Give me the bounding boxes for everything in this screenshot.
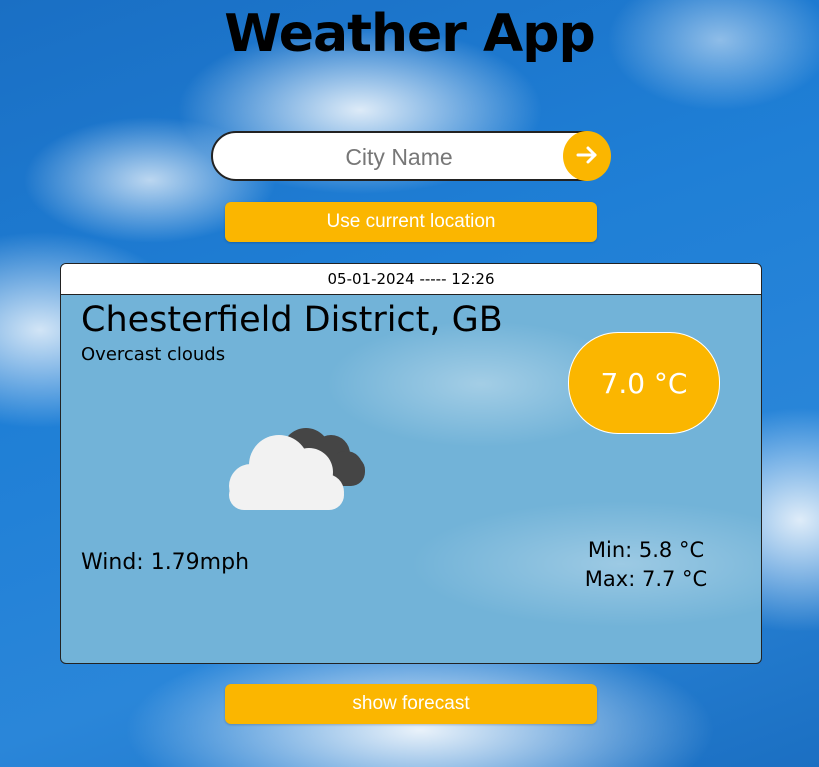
search-submit-button[interactable]	[563, 131, 611, 181]
city-name-input[interactable]	[237, 141, 561, 173]
show-forecast-button[interactable]: show forecast	[225, 684, 597, 724]
max-temperature: Max: 7.7 °C	[584, 567, 708, 591]
overcast-clouds-icon	[221, 412, 371, 512]
wind-speed: Wind: 1.79mph	[81, 550, 250, 575]
date-time-bar: 05-01-2024 ----- 12:26	[61, 264, 761, 295]
app-title: Weather App	[224, 4, 595, 64]
weather-description: Overcast clouds	[81, 344, 226, 365]
use-current-location-button[interactable]: Use current location	[225, 202, 597, 242]
weather-card: 05-01-2024 ----- 12:26 Chesterfield Dist…	[60, 263, 762, 664]
min-temperature: Min: 5.8 °C	[587, 538, 705, 562]
min-max-temperature: Min: 5.8 °C Max: 7.7 °C	[561, 536, 731, 594]
temperature-badge: 7.0 °C	[568, 332, 720, 434]
city-search-box	[211, 131, 609, 181]
location-name: Chesterfield District, GB	[81, 300, 503, 340]
arrow-right-icon	[575, 143, 599, 170]
